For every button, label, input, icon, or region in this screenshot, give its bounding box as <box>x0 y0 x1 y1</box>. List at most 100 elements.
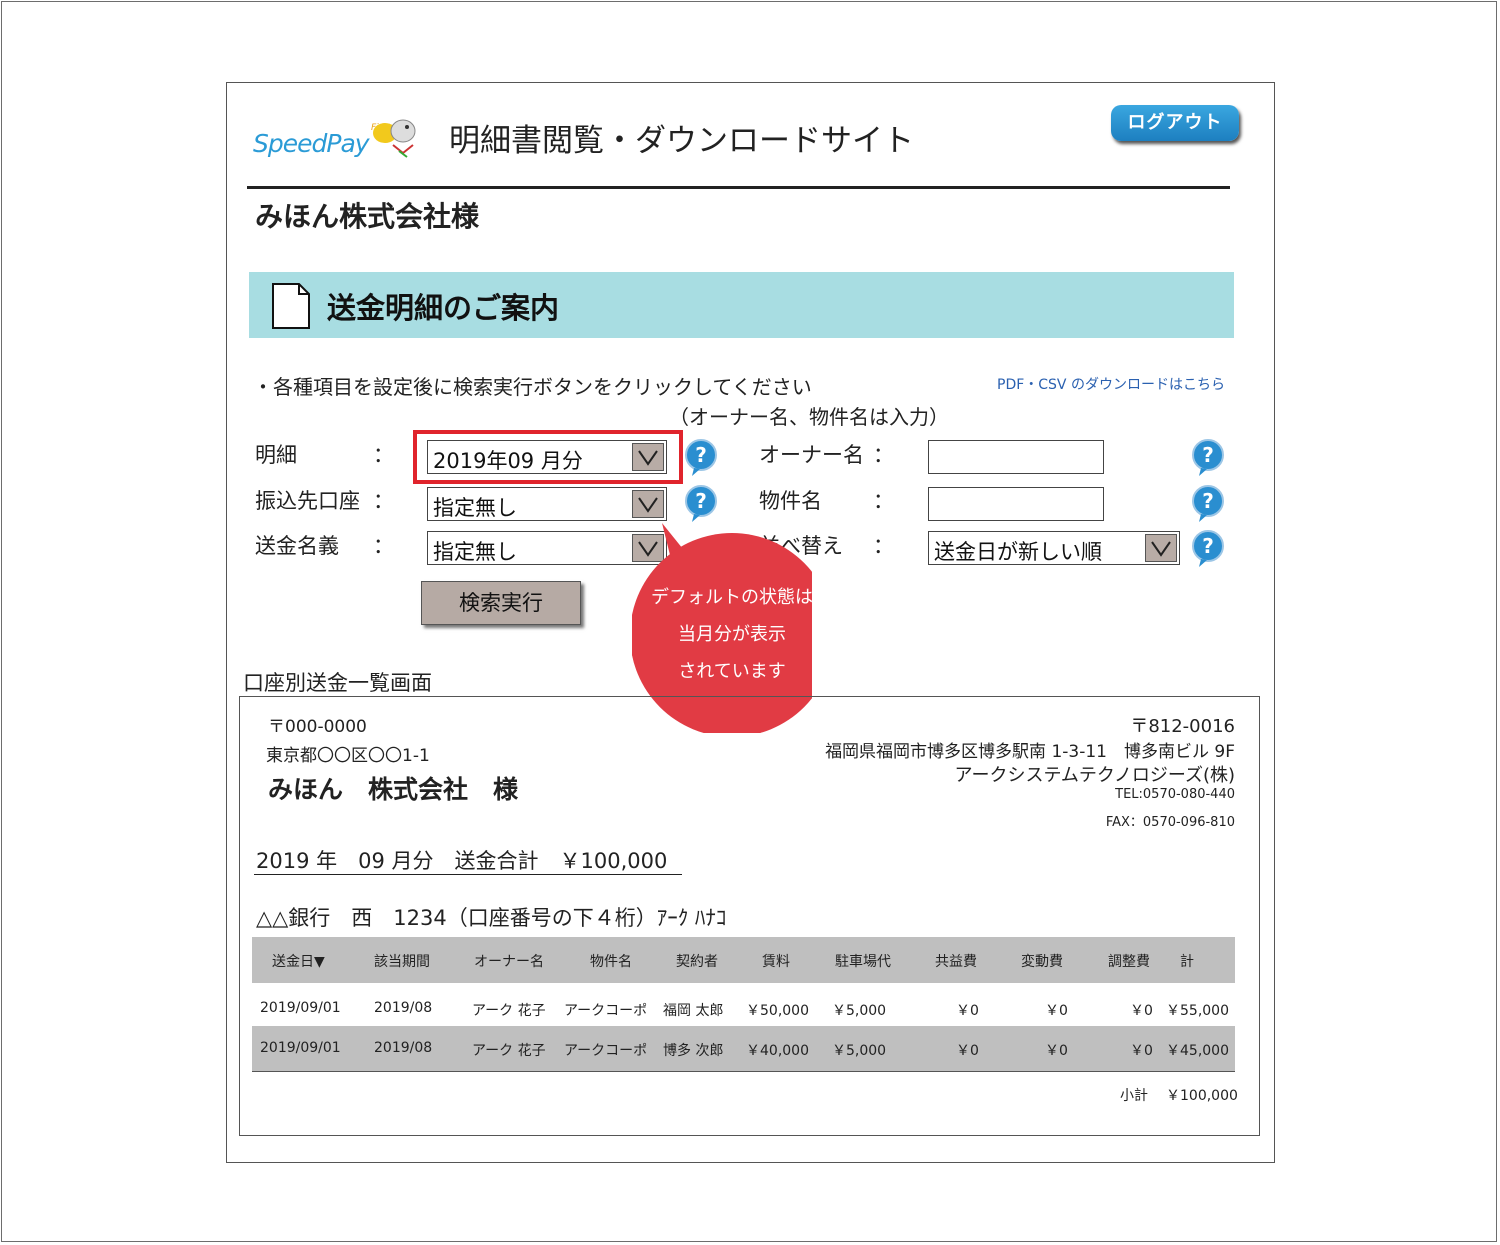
colon: ： <box>873 489 894 513</box>
table-cell: アークコーポ <box>564 1003 648 1019</box>
help-question-icon[interactable]: ? <box>1191 484 1225 524</box>
table-cell: ￥45,000 <box>1166 1043 1229 1059</box>
table-cell: 福岡 太郎 <box>663 1003 724 1019</box>
table-cell: 2019/09/01 <box>260 1000 341 1016</box>
sort-select-value: 送金日が新しい順 <box>934 540 1102 564</box>
column-header: 該当期間 <box>374 954 430 970</box>
recipient-name: みほん 株式会社 様 <box>268 775 519 804</box>
instruction-note: （オーナー名、物件名は入力） <box>669 405 949 429</box>
recipient-address: 東京都〇〇区〇〇1-1 <box>266 746 430 766</box>
column-header: 共益費 <box>935 954 977 970</box>
account-select[interactable]: 指定無し <box>427 487 667 521</box>
colon: ： <box>873 443 894 467</box>
table-cell: ￥0 <box>1045 1043 1068 1059</box>
svg-text:?: ? <box>695 489 707 513</box>
table-cell: ￥0 <box>956 1003 979 1019</box>
column-header: 変動費 <box>1021 954 1063 970</box>
section-title: 送金明細のご案内 <box>327 291 560 325</box>
help-question-icon[interactable]: ? <box>684 438 718 478</box>
callout-line: デフォルトの状態は <box>651 587 813 608</box>
chevron-down-icon[interactable] <box>1145 534 1177 562</box>
column-header: 契約者 <box>676 954 718 970</box>
table-cell: ￥0 <box>1045 1003 1068 1019</box>
colon: ： <box>373 534 394 558</box>
speedpay-logo[interactable]: SpeedPay First <box>253 105 423 165</box>
account-select-value: 指定無し <box>433 496 517 520</box>
table-cell: アークコーポ <box>564 1043 648 1059</box>
sender-fax: FAX：0570-096-810 <box>1105 815 1235 830</box>
column-header: 調整費 <box>1108 954 1150 970</box>
instruction-text: ・各種項目を設定後に検索実行ボタンをクリックしてください <box>253 375 812 399</box>
sender-zip: 〒812-0016 <box>1130 716 1235 737</box>
svg-text:?: ? <box>695 443 707 467</box>
total-underline <box>254 874 682 875</box>
sender-address: 福岡県福岡市博多区博多駅南 1-3-11 博多南ビル 9F <box>825 742 1235 762</box>
column-header: 駐車場代 <box>835 954 891 970</box>
colon: ： <box>873 534 894 558</box>
colon: ： <box>373 443 394 467</box>
owner-label: オーナー名 <box>759 443 864 467</box>
table-cell: ￥55,000 <box>1166 1003 1229 1019</box>
table-cell: 2019/08 <box>374 1040 433 1056</box>
logout-button[interactable]: ログアウト <box>1111 105 1239 141</box>
help-question-icon[interactable]: ? <box>1191 438 1225 478</box>
account-label: 振込先口座 <box>255 489 360 513</box>
owner-input[interactable] <box>928 440 1104 474</box>
remitter-select-value: 指定無し <box>433 540 517 564</box>
total-line: 2019 年 09 月分 送金合計 ￥100,000 <box>256 849 668 873</box>
highlight-box <box>413 430 683 484</box>
help-question-icon[interactable]: ? <box>684 484 718 524</box>
table-cell: 2019/08 <box>374 1000 433 1016</box>
table-cell: ￥40,000 <box>746 1043 809 1059</box>
svg-text:?: ? <box>1202 489 1214 513</box>
column-header: 計 <box>1180 954 1194 970</box>
statement-label: 明細 <box>255 443 297 467</box>
table-row: 2019/09/01 2019/08 アーク 花子 アークコーポ 福岡 太郎 ￥… <box>252 983 1235 1026</box>
column-header: 賃料 <box>762 954 790 970</box>
bird-mascot-icon <box>373 119 416 158</box>
table-header: 送金日▼ 該当期間 オーナー名 物件名 契約者 賃料 駐車場代 共益費 変動費 … <box>252 937 1235 983</box>
svg-text:?: ? <box>1202 534 1214 558</box>
table-cell: アーク 花子 <box>472 1043 546 1059</box>
document-icon <box>272 283 310 329</box>
table-cell: 2019/09/01 <box>260 1040 341 1056</box>
statement-panel: 〒000-0000 東京都〇〇区〇〇1-1 みほん 株式会社 様 〒812-00… <box>239 696 1260 1136</box>
sort-select[interactable]: 送金日が新しい順 <box>928 531 1180 565</box>
site-title: 明細書閲覧・ダウンロードサイト <box>449 123 914 159</box>
subtotal-label: 小計 <box>1120 1088 1148 1104</box>
remitter-label: 送金名義 <box>255 534 339 558</box>
table-cell: ￥0 <box>1130 1043 1153 1059</box>
callout-text: デフォルトの状態は 当月分が表示 されています <box>642 579 822 690</box>
help-question-icon[interactable]: ? <box>1191 529 1225 569</box>
colon: ： <box>373 489 394 513</box>
property-input[interactable] <box>928 487 1104 521</box>
recipient-zip: 〒000-0000 <box>268 717 367 737</box>
table-cell: ￥50,000 <box>746 1003 809 1019</box>
download-link[interactable]: PDF・CSV のダウンロードはこちら <box>997 374 1225 394</box>
table-cell: 博多 次郎 <box>663 1043 724 1059</box>
property-label: 物件名 <box>759 489 822 513</box>
table-cell: ￥0 <box>956 1043 979 1059</box>
svg-text:?: ? <box>1202 443 1214 467</box>
bank-line: △△銀行 西 1234（口座番号の下４桁）ｱｰｸ ﾊﾅｺ <box>256 906 727 930</box>
sender-tel: TEL:0570-080-440 <box>1115 787 1235 802</box>
page: SpeedPay First 明細書閲覧・ダウンロードサイト ログアウト みほん… <box>226 82 1275 1163</box>
logo-text: SpeedPay <box>253 129 370 158</box>
chevron-down-icon[interactable] <box>632 490 664 518</box>
column-header: オーナー名 <box>474 954 544 970</box>
customer-name: みほん株式会社様 <box>255 200 480 233</box>
table-cell: ￥5,000 <box>832 1003 887 1019</box>
header-divider <box>247 186 1230 189</box>
table-cell: ￥0 <box>1130 1003 1153 1019</box>
section-banner: 送金明細のご案内 <box>249 272 1234 338</box>
sender-company: アークシステムテクノロジーズ(株) <box>954 765 1235 786</box>
search-button[interactable]: 検索実行 <box>421 581 581 625</box>
table-cell: ￥5,000 <box>832 1043 887 1059</box>
table-row: 2019/09/01 2019/08 アーク 花子 アークコーポ 博多 次郎 ￥… <box>252 1026 1235 1072</box>
table-cell: アーク 花子 <box>472 1003 546 1019</box>
subtotal-value: ￥100,000 <box>1166 1088 1238 1104</box>
column-header: 物件名 <box>590 954 632 970</box>
remitter-select[interactable]: 指定無し <box>427 531 667 565</box>
callout-line: されています <box>678 661 786 682</box>
column-header[interactable]: 送金日▼ <box>272 951 325 971</box>
